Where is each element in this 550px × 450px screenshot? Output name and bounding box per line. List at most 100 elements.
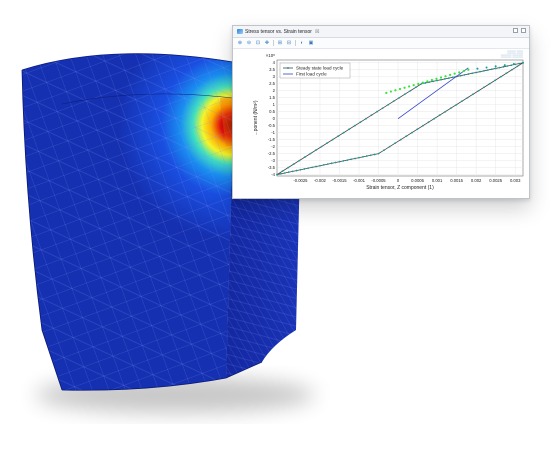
y-tick-label: 0: [273, 116, 276, 121]
steady-cycle-marker: [331, 138, 334, 141]
x-tick-label: -0.0005: [371, 178, 386, 183]
steady-cycle-marker: [416, 128, 419, 131]
scene-light-icon[interactable]: ◐: [299, 40, 305, 46]
steady-cycle-marker: [510, 64, 513, 67]
steady-cycle-marker: [287, 166, 290, 169]
steady-cycle-marker: [322, 164, 325, 166]
steady-cycle-marker: [460, 100, 463, 103]
steady-cycle-marker: [505, 72, 508, 75]
steady-cycle-marker: [303, 156, 306, 159]
zoom-out-icon[interactable]: ⊖: [246, 40, 252, 46]
first-cycle-marker: [494, 65, 497, 68]
plot-window: Stress tensor vs. Strain tensor ☒ ⊕ ⊖ ⊡ …: [232, 25, 530, 199]
steady-cycle-marker: [444, 78, 446, 80]
steady-cycle-marker: [314, 149, 317, 152]
steady-cycle-marker: [337, 135, 340, 138]
first-cycle-marker: [408, 85, 411, 88]
steady-cycle-marker: [463, 73, 466, 76]
first-cycle-marker: [458, 71, 461, 74]
steady-cycle-marker: [498, 66, 501, 69]
y-axis-label: ...ponent (N/m²): [253, 100, 259, 135]
minimize-icon[interactable]: [513, 28, 518, 33]
steady-cycle-marker: [459, 74, 462, 77]
y-tick-label: -3: [271, 158, 275, 163]
steady-cycle-marker: [354, 157, 356, 160]
y-tick-label: -1: [271, 130, 275, 135]
plot-tab-title: Stress tensor vs. Strain tensor: [245, 28, 312, 35]
steady-cycle-marker: [516, 65, 519, 68]
steady-cycle-marker: [486, 69, 489, 71]
steady-cycle-marker: [440, 78, 442, 81]
y-tick-label: 3: [273, 74, 276, 79]
first-cycle-marker: [444, 75, 447, 78]
steady-cycle-marker: [475, 71, 478, 74]
first-cycle-marker: [522, 61, 524, 64]
steady-cycle-marker: [350, 158, 353, 161]
y-tick-label: -1.5: [268, 137, 276, 142]
steady-cycle-marker: [438, 114, 441, 117]
steady-cycle-marker: [373, 153, 376, 156]
first-cycle-marker: [385, 91, 388, 94]
plot-tab[interactable]: Stress tensor vs. Strain tensor ☒: [233, 26, 529, 38]
y-tick-label: 1: [273, 102, 276, 107]
steady-cycle-marker: [358, 156, 360, 159]
steady-cycle-marker: [303, 168, 306, 170]
first-cycle-marker: [430, 78, 433, 82]
steady-cycle-marker: [477, 89, 480, 92]
plot-area: -0.0025 -0.002 -0.0015 -0.001 -0.0005 0 0.0005…: [233, 48, 529, 198]
first-cycle-marker: [476, 67, 479, 70]
first-cycle-marker: [398, 87, 402, 91]
y-exponent-label: ×10⁸: [266, 53, 275, 58]
steady-cycle-marker: [518, 62, 520, 65]
steady-cycle-marker: [281, 170, 284, 173]
first-cycle-marker: [389, 90, 392, 93]
first-cycle-marker: [421, 81, 424, 84]
steady-cycle-marker: [388, 145, 391, 148]
y-tick-label: -2: [271, 144, 275, 149]
tab-close-icon[interactable]: ☒: [315, 29, 319, 35]
steady-cycle-marker: [455, 103, 458, 106]
toolbar-divider: [273, 40, 274, 46]
maximize-icon[interactable]: [521, 28, 526, 33]
steady-cycle-marker: [381, 107, 384, 110]
zoom-in-icon[interactable]: ⊕: [237, 40, 243, 46]
legend-first-label: First load cycle: [296, 72, 327, 77]
first-cycle-marker: [412, 84, 415, 87]
steady-cycle-marker: [392, 100, 395, 103]
steady-cycle-marker: [359, 121, 362, 124]
steady-cycle-marker: [320, 145, 323, 148]
x-tick-label: 0.001: [432, 178, 443, 183]
first-cycle-marker: [512, 62, 515, 65]
steady-cycle-marker: [409, 89, 412, 92]
steady-cycle-marker: [403, 93, 406, 96]
steady-cycle-marker: [348, 128, 351, 131]
first-cycle-marker: [449, 73, 452, 77]
x-tick-label: -0.0025: [293, 178, 308, 183]
zoom-extents-icon[interactable]: ✥: [264, 40, 270, 46]
first-cycle-marker: [439, 76, 443, 79]
camera-icon[interactable]: ▣: [308, 40, 314, 46]
steady-cycle-marker: [415, 86, 417, 89]
steady-cycle-marker: [490, 68, 493, 71]
first-cycle-marker: [403, 86, 406, 89]
first-cycle-marker: [503, 64, 506, 67]
steady-cycle-marker: [436, 79, 438, 82]
axis-icon[interactable]: ⊟: [286, 40, 292, 46]
steady-cycle-marker: [499, 75, 502, 78]
steady-cycle-marker: [280, 172, 282, 175]
steady-cycle-marker: [298, 159, 301, 162]
steady-cycle-marker: [370, 114, 373, 117]
steady-cycle-marker: [311, 166, 314, 169]
steady-cycle-marker: [488, 82, 491, 85]
zoom-box-icon[interactable]: ⊡: [255, 40, 261, 46]
steady-cycle-marker: [479, 70, 481, 73]
x-tick-label: 0.0025: [489, 178, 502, 183]
steady-cycle-marker: [376, 110, 378, 113]
steady-cycle-marker: [283, 172, 286, 174]
x-tick-label: -0.001: [353, 178, 366, 183]
grid-icon[interactable]: ⊞: [277, 40, 283, 46]
steady-cycle-marker: [494, 79, 497, 82]
legend-steady-label: Steady state load cycle: [296, 66, 344, 71]
first-cycle-marker: [394, 89, 397, 92]
steady-cycle-marker: [405, 135, 408, 138]
